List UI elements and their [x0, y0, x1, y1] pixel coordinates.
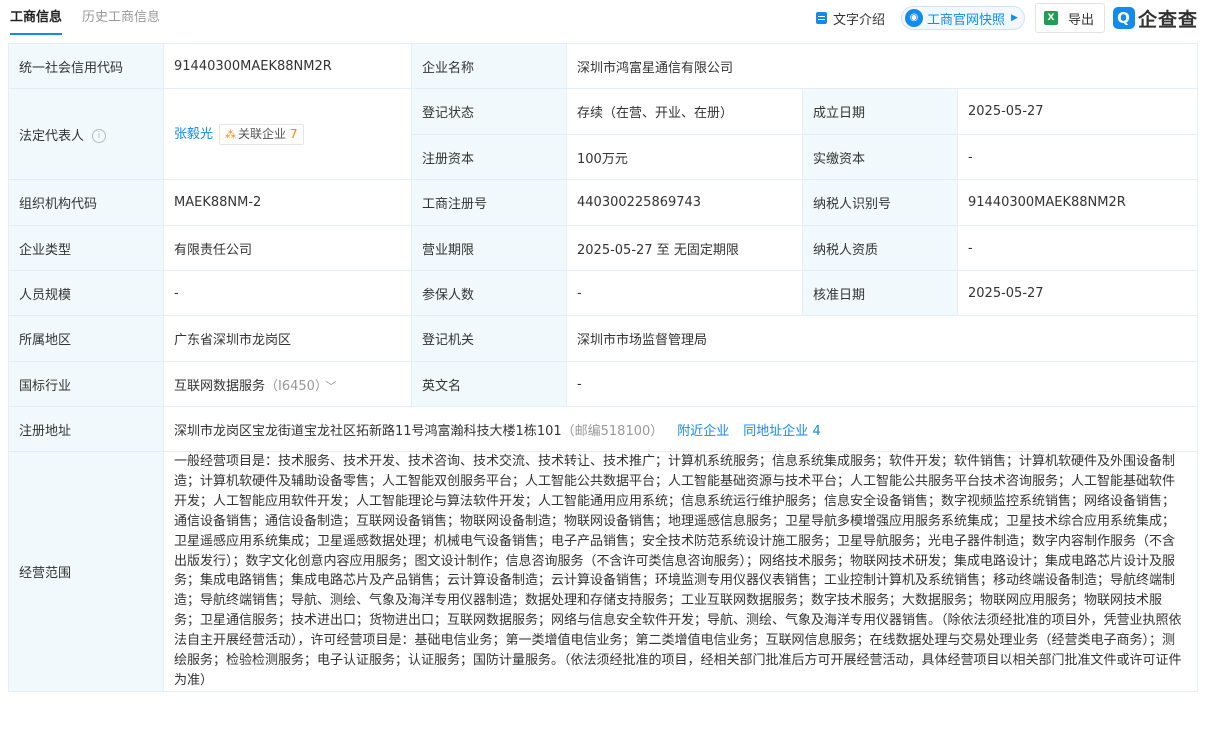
text-intro-label: 文字介绍: [833, 12, 886, 28]
credit-code-value: 91440300MAEK88NM2R: [163, 43, 412, 89]
table-row: 经营范围 一般经营项目是：技术服务、技术开发、技术咨询、技术交流、技术转让、技术…: [8, 451, 1199, 692]
legal-rep-label-cell: 法定代表人 i: [8, 88, 164, 180]
reg-no-value: 440300225869743: [566, 179, 803, 226]
snapshot-button[interactable]: ◉ 工商官网快照 ▶: [901, 6, 1025, 30]
reg-authority-value: 深圳市市场监督管理局: [565, 315, 1199, 362]
document-icon: [816, 12, 828, 24]
approval-date-value: 2025-05-27: [956, 270, 1199, 316]
address-value-cell: 深圳市龙岗区宝龙街道宝龙社区拓新路11号鸿富瀚科技大楼1栋101（邮编51810…: [162, 406, 1199, 452]
table-row: 国标行业 互联网数据服务（I6450） ﹀ 英文名 -: [8, 361, 1199, 407]
table-row: 组织机构代码 MAEK88NM-2 工商注册号 440300225869743 …: [8, 179, 1199, 226]
org-code-value: MAEK88NM-2: [163, 179, 412, 226]
reg-capital-value: 100万元: [566, 134, 803, 180]
insured-label: 参保人数: [411, 270, 567, 316]
reg-status-value: 存续（在营、开业、在册）: [566, 88, 803, 135]
taxpayer-id-value: 91440300MAEK88NM2R: [956, 179, 1199, 226]
tab-bar: 工商信息 历史工商信息: [10, 0, 180, 38]
logo-text: 企查查: [1137, 8, 1198, 31]
info-icon[interactable]: i: [92, 129, 107, 143]
same-address-count: 4: [812, 423, 821, 439]
paid-capital-label: 实缴资本: [802, 134, 958, 180]
table-row: 注册地址 深圳市龙岗区宝龙街道宝龙社区拓新路11号鸿富瀚科技大楼1栋101（邮编…: [8, 406, 1199, 452]
approval-date-label: 核准日期: [802, 270, 958, 316]
company-type-value: 有限责任公司: [163, 225, 412, 271]
company-name-label: 企业名称: [411, 43, 567, 89]
action-bar: 文字介绍 ◉ 工商官网快照 ▶ X 导出 Q 企查查: [816, 3, 1198, 33]
camera-icon: ◉: [905, 9, 924, 27]
table-row: 人员规模 - 参保人数 - 核准日期 2025-05-27: [8, 270, 1199, 316]
address-postcode: （邮编518100）: [561, 423, 664, 439]
top-bar: 工商信息 历史工商信息 文字介绍 ◉ 工商官网快照 ▶ X 导出 Q 企查查: [0, 0, 1206, 38]
org-code-label: 组织机构代码: [8, 179, 164, 226]
paid-capital-value: -: [956, 134, 1199, 180]
credit-code-label: 统一社会信用代码: [8, 43, 164, 89]
est-date-value: 2025-05-27: [956, 88, 1199, 135]
business-info-table: 统一社会信用代码 91440300MAEK88NM2R 企业名称 深圳市鸿富星通…: [8, 43, 1199, 692]
taxpayer-id-label: 纳税人识别号: [802, 179, 958, 226]
taxpayer-qual-label: 纳税人资质: [802, 225, 958, 271]
reg-no-label: 工商注册号: [411, 179, 567, 226]
est-date-label: 成立日期: [802, 88, 958, 135]
english-name-value: -: [565, 361, 1199, 407]
excel-icon: X: [1043, 11, 1058, 25]
table-row: 统一社会信用代码 91440300MAEK88NM2R 企业名称 深圳市鸿富星通…: [8, 43, 1199, 89]
related-companies-label: 关联企业: [238, 127, 287, 141]
company-name-value: 深圳市鸿富星通信有限公司: [565, 43, 1199, 89]
region-label: 所属地区: [8, 315, 164, 362]
logo: Q 企查查: [1112, 5, 1198, 32]
staff-size-label: 人员规模: [8, 270, 164, 316]
legal-rep-name-link[interactable]: 张毅光: [174, 127, 213, 142]
tab-business-info[interactable]: 工商信息: [10, 0, 63, 38]
text-intro-button[interactable]: 文字介绍: [816, 9, 885, 28]
table-row: 法定代表人 i 张毅光 ⁂ 关联企业 7 登记状态 存续（在营、开业、在册） 成立日期…: [8, 88, 1199, 180]
scope-label: 经营范围: [8, 451, 164, 692]
qcc-logo-icon: Q: [1112, 7, 1135, 29]
business-term-value: 2025-05-27 至 无固定期限: [566, 225, 803, 271]
company-type-label: 企业类型: [8, 225, 164, 271]
industry-value-cell[interactable]: 互联网数据服务（I6450） ﹀: [163, 361, 412, 407]
address-label: 注册地址: [8, 406, 164, 452]
export-label: 导出: [1067, 12, 1094, 28]
table-row: 所属地区 广东省深圳市龙岗区 登记机关 深圳市市场监督管理局: [8, 315, 1199, 362]
caret-right-icon: ▶: [1011, 13, 1018, 23]
insured-value: -: [566, 270, 803, 316]
snapshot-label: 工商官网快照: [927, 12, 1006, 28]
table-row: 企业类型 有限责任公司 营业期限 2025-05-27 至 无固定期限 纳税人资…: [8, 225, 1199, 271]
legal-rep-value-cell: 张毅光 ⁂ 关联企业 7: [163, 88, 412, 180]
related-companies-count: 7: [289, 127, 298, 141]
chevron-down-icon[interactable]: ﹀: [325, 380, 336, 393]
reg-capital-label: 注册资本: [411, 134, 567, 180]
staff-size-value: -: [163, 270, 412, 316]
region-value: 广东省深圳市龙岗区: [163, 315, 412, 362]
address-value: 深圳市龙岗区宝龙街道宝龙社区拓新路11号鸿富瀚科技大楼1栋101: [174, 423, 562, 439]
taxpayer-qual-value: -: [956, 225, 1199, 271]
industry-label: 国标行业: [8, 361, 164, 407]
scope-value: 一般经营项目是：技术服务、技术开发、技术咨询、技术交流、技术转让、技术推广；计算…: [162, 451, 1199, 692]
business-term-label: 营业期限: [411, 225, 567, 271]
same-address-label: 同地址企业: [743, 423, 809, 439]
reg-authority-label: 登记机关: [411, 315, 567, 362]
legal-rep-label: 法定代表人: [19, 128, 85, 144]
related-companies-badge[interactable]: ⁂ 关联企业 7: [219, 124, 304, 145]
export-button[interactable]: X 导出: [1034, 3, 1105, 33]
nearby-companies-link[interactable]: 附近企业: [677, 424, 729, 439]
tab-history-business-info[interactable]: 历史工商信息: [82, 0, 160, 38]
industry-code: （I6450）: [265, 378, 322, 394]
reg-status-label: 登记状态: [411, 88, 567, 135]
same-address-companies-link[interactable]: 同地址企业 4: [743, 424, 820, 439]
industry-value: 互联网数据服务: [174, 378, 266, 394]
relation-tree-icon: ⁂: [225, 128, 237, 141]
english-name-label: 英文名: [411, 361, 567, 407]
